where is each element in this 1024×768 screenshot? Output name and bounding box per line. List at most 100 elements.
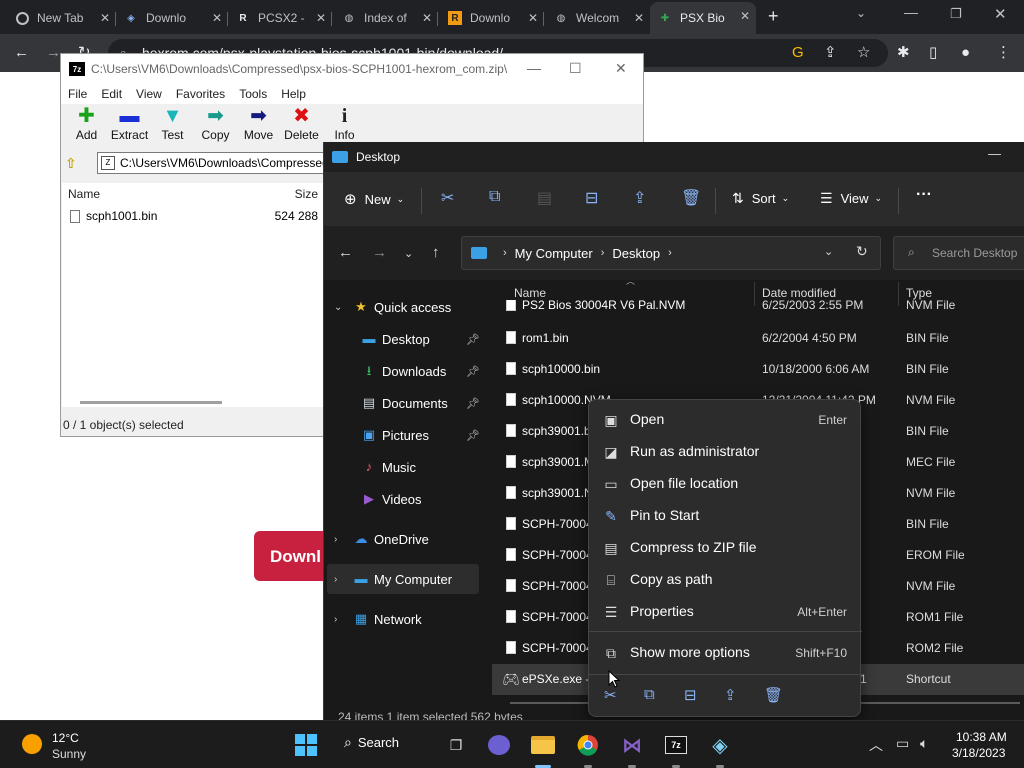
sidebar-item-downloads[interactable]: ⭳ Downloads 📌︎: [324, 356, 482, 386]
clock-date[interactable]: 3/18/2023: [952, 746, 1005, 760]
delete-button[interactable]: ✖ Delete: [280, 104, 323, 142]
share-icon[interactable]: ⇪: [724, 686, 737, 704]
close-icon[interactable]: ✕: [100, 11, 110, 25]
sidebar-item-documents[interactable]: ▤ Documents 📌︎: [324, 388, 482, 418]
menu-item-pin-to-start[interactable]: ✎ Pin to Start: [589, 500, 862, 532]
recent-locations-icon[interactable]: ⌄: [404, 247, 413, 260]
folder-up-icon[interactable]: ⇧: [65, 155, 85, 172]
up-icon[interactable]: ↑: [432, 244, 440, 261]
copy-icon[interactable]: ⧉: [489, 188, 500, 206]
browser-tab[interactable]: ◍ Index of ✕: [334, 4, 438, 32]
menu-item-open[interactable]: ▣ Open Enter: [589, 404, 862, 436]
extract-button[interactable]: ▬ Extract: [108, 104, 151, 142]
browser-tab-active[interactable]: ✚ PSX Bio ✕: [650, 2, 756, 34]
menu-item-open-file-location[interactable]: ▭ Open file location: [589, 468, 862, 500]
menu-item-copy-as-path[interactable]: ⌸ Copy as path: [589, 564, 862, 596]
extensions-icon[interactable]: ✱: [897, 34, 910, 72]
sidebar-item-music[interactable]: ♪ Music: [324, 452, 482, 482]
google-icon[interactable]: G: [792, 34, 804, 72]
close-icon[interactable]: ✕: [615, 60, 627, 77]
volume-icon[interactable]: 🔈︎: [920, 735, 928, 752]
clock-time[interactable]: 10:38 AM: [956, 730, 1007, 744]
delete-icon[interactable]: 🗑︎: [681, 188, 701, 208]
restore-icon[interactable]: ❐: [950, 6, 962, 22]
close-icon[interactable]: ✕: [634, 11, 644, 25]
taskbar-search-button[interactable]: ⌕ Search: [344, 734, 399, 751]
browser-tab[interactable]: R PCSX2 - ✕: [228, 4, 332, 32]
minimize-icon[interactable]: —: [988, 146, 1001, 161]
cut-icon[interactable]: ✂: [604, 686, 617, 704]
browser-tab[interactable]: New Tab ✕: [8, 4, 116, 32]
visual-studio-icon[interactable]: ⋈: [620, 733, 644, 757]
browser-tab[interactable]: ◈ Downlo ✕: [116, 4, 228, 32]
table-row[interactable]: rom1.bin 6/2/2004 4:50 PM BIN File: [492, 323, 1024, 354]
sidebar-item-videos[interactable]: ▶ Videos: [324, 484, 482, 514]
share-icon[interactable]: ⇪: [824, 34, 837, 72]
teams-chat-icon[interactable]: [487, 733, 511, 757]
close-icon[interactable]: ✕: [528, 11, 538, 25]
address-dropdown-icon[interactable]: ⌄: [824, 245, 833, 258]
menu-favorites[interactable]: Favorites: [169, 87, 232, 101]
file-explorer-icon[interactable]: [531, 733, 555, 757]
menu-item-properties[interactable]: ☰ Properties Alt+Enter: [589, 596, 862, 628]
info-button[interactable]: i Info: [323, 104, 366, 142]
pin-icon[interactable]: 📌︎: [466, 397, 480, 410]
menu-icon[interactable]: ⋮: [996, 34, 1011, 72]
sort-button[interactable]: ⇅ Sort ⌄: [732, 190, 789, 207]
profile-icon[interactable]: ●: [961, 34, 970, 72]
bookmark-star-icon[interactable]: ☆: [857, 34, 870, 72]
menu-item-run-as-administrator[interactable]: ◪ Run as administrator: [589, 436, 862, 468]
menu-help[interactable]: Help: [274, 87, 313, 101]
horizontal-scrollbar[interactable]: [80, 401, 222, 404]
task-view-icon[interactable]: ❐: [444, 733, 468, 757]
rename-icon[interactable]: ⊟: [585, 188, 598, 208]
chrome-icon[interactable]: [576, 733, 600, 757]
browser-tab[interactable]: ◍ Welcom ✕: [546, 4, 650, 32]
browser-tab[interactable]: R Downlo ✕: [440, 4, 544, 32]
view-button[interactable]: ☰ View ⌄: [820, 190, 882, 207]
column-size[interactable]: Size: [295, 187, 318, 201]
menu-file[interactable]: File: [61, 87, 94, 101]
table-row[interactable]: scph10000.bin 10/18/2000 6:06 AM BIN Fil…: [492, 354, 1024, 385]
close-window-icon[interactable]: ✕: [994, 5, 1007, 23]
minimize-icon[interactable]: —: [527, 60, 541, 76]
explorer-address-bar[interactable]: › My Computer › Desktop › ⌄ ↻: [461, 236, 881, 270]
sevenzip-icon[interactable]: 7z: [664, 733, 688, 757]
column-name[interactable]: Name: [514, 286, 546, 300]
breadcrumb-desktop[interactable]: Desktop: [612, 246, 660, 261]
test-button[interactable]: ▼ Test: [151, 104, 194, 142]
windows-start-icon[interactable]: [294, 733, 318, 757]
sidebar-item-network[interactable]: › ▦ Network: [324, 604, 482, 634]
new-button[interactable]: ⊕ New ⌄: [344, 190, 404, 208]
column-name[interactable]: Name: [68, 187, 100, 201]
copy-button[interactable]: ➡ Copy: [194, 104, 237, 142]
weather-temperature[interactable]: 12°C: [52, 731, 79, 745]
close-icon[interactable]: ✕: [316, 11, 326, 25]
list-item[interactable]: scph1001.bin 524 288: [62, 205, 324, 227]
back-icon[interactable]: ←: [14, 34, 29, 72]
menu-edit[interactable]: Edit: [94, 87, 129, 101]
chevron-up-icon[interactable]: ︿: [869, 735, 883, 755]
tab-search-icon[interactable]: ⌄: [856, 6, 866, 20]
more-icon[interactable]: ···: [916, 186, 932, 204]
forward-icon[interactable]: →: [372, 244, 387, 261]
side-panel-icon[interactable]: ▯: [929, 34, 937, 72]
network-status-icon[interactable]: ▭: [896, 735, 909, 752]
column-type[interactable]: Type: [906, 286, 932, 300]
pin-icon[interactable]: 📌︎: [466, 333, 480, 346]
cut-icon[interactable]: ✂: [441, 188, 454, 208]
network-tool-icon[interactable]: ◈: [708, 733, 732, 757]
column-date-modified[interactable]: Date modified: [762, 286, 836, 300]
refresh-icon[interactable]: ↻: [856, 243, 868, 260]
maximize-icon[interactable]: ☐: [569, 60, 582, 77]
sidebar-item-desktop[interactable]: ▬ Desktop 📌︎: [324, 324, 482, 354]
close-icon[interactable]: ✕: [740, 9, 750, 23]
move-button[interactable]: ➡ Move: [237, 104, 280, 142]
pin-icon[interactable]: 📌︎: [466, 365, 480, 378]
menu-view[interactable]: View: [129, 87, 169, 101]
table-row[interactable]: PS2 Bios 30004R V6 Pal.NVM 6/25/2003 2:5…: [492, 300, 1024, 316]
explorer-search-input[interactable]: ⌕ Search Desktop: [893, 236, 1024, 270]
share-icon[interactable]: ⇪: [633, 188, 646, 208]
add-button[interactable]: ✚ Add: [65, 104, 108, 142]
sidebar-item-onedrive[interactable]: › ☁ OneDrive: [324, 524, 482, 554]
